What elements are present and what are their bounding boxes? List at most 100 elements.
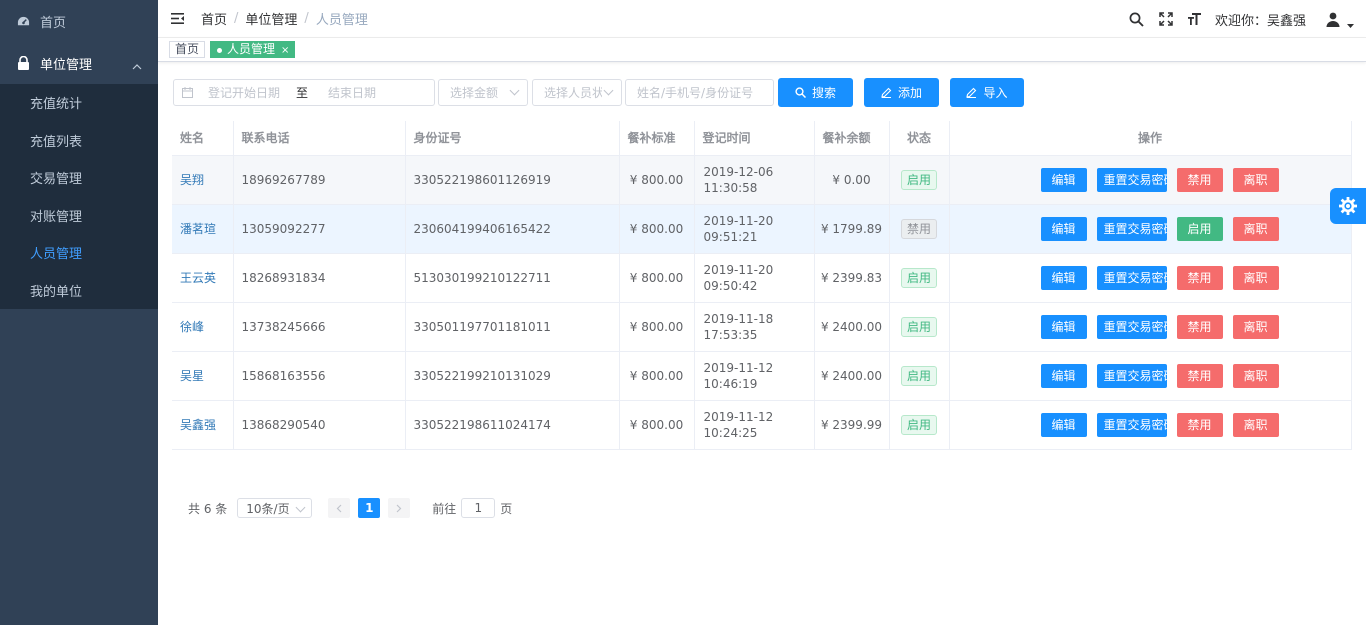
cell-name: 吴星 [172,351,234,401]
edit-button[interactable]: 编辑 [1040,363,1087,388]
cell-phone: 13738245666 [233,302,406,352]
prev-page-button[interactable] [328,498,351,518]
column-header-standard[interactable]: 餐补标准 [619,121,695,156]
cell-phone: 18969267789 [233,155,406,205]
status-select[interactable]: 选择人员状态 [532,79,622,106]
search-button[interactable]: 搜索 [778,78,853,107]
resign-button[interactable]: 离职 [1232,363,1279,388]
table-row[interactable]: 王云英 18268931834 513030199210122711 ¥ 800.00… [172,253,1352,303]
cell-name: 吴鑫强 [172,400,234,450]
font-size-icon[interactable] [1187,11,1203,27]
close-icon[interactable]: × [281,45,289,56]
edit-button[interactable]: 编辑 [1040,412,1087,437]
column-header-phone[interactable]: 联系电话 [233,121,406,156]
amount-select[interactable]: 选择金额 [438,79,528,106]
table-header-row: 姓名 联系电话 身份证号 餐补标准 登记时间 餐补余额 状态 操作 [172,121,1352,156]
column-header-name[interactable]: 姓名 [172,121,234,156]
welcome-text: 欢迎你：吴鑫强 [1214,13,1306,29]
toggle-status-button[interactable]: 启用 [1176,216,1223,241]
sidebar-item-my-unit[interactable]: 我的单位 [0,272,158,310]
sidebar-item-label: 充值列表 [30,134,83,150]
next-page-button[interactable] [388,498,411,518]
tag-personnel[interactable]: 人员管理 × [210,41,296,58]
search-icon[interactable] [1129,11,1145,27]
sidebar-item-recharge-stats[interactable]: 充值统计 [0,84,158,122]
cell-balance: ¥ 2399.83 [814,253,890,303]
reset-password-button[interactable]: 重置交易密码 [1096,265,1167,290]
date-range-picker[interactable]: 登记开始日期 至 结束日期 [173,79,435,106]
sidebar-group-unit[interactable]: 单位管理 [0,42,158,84]
cell-id-number: 330522198611024174 [405,400,620,450]
resign-button[interactable]: 离职 [1232,167,1279,192]
add-button[interactable]: 添加 [864,78,939,107]
chevron-down-icon [603,85,614,96]
table-row[interactable]: 潘茗瑄 13059092277 230604199406165422 ¥ 800.00… [172,204,1352,254]
gear-icon [1339,197,1357,215]
reset-password-button[interactable]: 重置交易密码 [1096,412,1167,437]
start-date-input[interactable]: 登记开始日期 [208,84,282,101]
resign-button[interactable]: 离职 [1232,216,1279,241]
resign-button[interactable]: 离职 [1232,412,1279,437]
table-row[interactable]: 徐峰 13738245666 330501197701181011 ¥ 800.00 2… [172,302,1352,352]
toggle-status-button[interactable]: 禁用 [1176,314,1223,339]
fullscreen-icon[interactable] [1158,11,1174,27]
cell-standard: ¥ 800.00 [619,204,695,254]
range-separator: 至 [296,86,309,100]
page-size-select[interactable]: 10条/页 [237,498,313,518]
amount-select-placeholder: 选择金额 [450,86,499,100]
edit-button[interactable]: 编辑 [1040,216,1087,241]
sidebar-item-personnel[interactable]: 人员管理 [0,234,158,272]
toggle-status-button[interactable]: 禁用 [1176,363,1223,388]
breadcrumb-home[interactable]: 首页 [201,9,227,28]
page-number-current[interactable]: 1 [358,498,381,518]
user-avatar[interactable] [1326,9,1354,29]
end-date-input[interactable]: 结束日期 [328,84,376,101]
row-actions: 编辑重置交易密码禁用离职 [958,167,1351,192]
breadcrumb-unit[interactable]: 单位管理 [245,9,297,28]
table-row[interactable]: 吴鑫强 13868290540 330522198611024174 ¥ 800.00… [172,400,1352,450]
sidebar-item-home[interactable]: 首页 [0,0,158,42]
reset-password-button[interactable]: 重置交易密码 [1096,216,1167,241]
cell-status: 启用 [889,302,950,352]
import-button[interactable]: 导入 [950,78,1024,107]
cell-standard: ¥ 800.00 [619,155,695,205]
table-row[interactable]: 吴星 15868163556 330522199210131029 ¥ 800.00 2… [172,351,1352,401]
column-header-status[interactable]: 状态 [889,121,950,156]
status-badge: 启用 [900,316,937,337]
toggle-status-button[interactable]: 禁用 [1176,265,1223,290]
sidebar: 首页 单位管理 充值统计 充值列表 交易管理 对账管理 人员管理 我的单位 [0,0,158,625]
cell-id-number: 330522199210131029 [405,351,620,401]
menu-toggle-icon[interactable] [171,13,185,25]
column-header-balance[interactable]: 餐补余额 [814,121,890,156]
reset-password-button[interactable]: 重置交易密码 [1096,314,1167,339]
sidebar-item-reconciliation[interactable]: 对账管理 [0,197,158,235]
tag-home[interactable]: 首页 [169,41,206,58]
sidebar-item-transactions[interactable]: 交易管理 [0,159,158,197]
toggle-status-button[interactable]: 禁用 [1176,412,1223,437]
cell-balance: ¥ 2400.00 [814,302,890,352]
reset-password-button[interactable]: 重置交易密码 [1096,167,1167,192]
reset-password-button[interactable]: 重置交易密码 [1096,363,1167,388]
sidebar-item-recharge-list[interactable]: 充值列表 [0,122,158,160]
resign-button[interactable]: 离职 [1232,265,1279,290]
sidebar-item-label: 我的单位 [30,284,83,300]
settings-panel-toggle[interactable] [1330,188,1366,224]
row-actions: 编辑重置交易密码禁用离职 [958,363,1351,388]
column-header-id[interactable]: 身份证号 [405,121,620,156]
keyword-input[interactable]: 姓名/手机号/身份证号 [625,79,774,106]
resign-button[interactable]: 离职 [1232,314,1279,339]
edit-button[interactable]: 编辑 [1040,265,1087,290]
column-header-time[interactable]: 登记时间 [694,121,815,156]
table-row[interactable]: 吴翔 18969267789 330522198601126919 ¥ 800.00 2… [172,155,1352,205]
calendar-icon [182,87,193,98]
edit-button[interactable]: 编辑 [1040,167,1087,192]
cell-status: 启用 [889,155,950,205]
cell-status: 启用 [889,253,950,303]
breadcrumb-separator: / [234,11,239,26]
goto-page-input[interactable]: 1 [461,498,496,518]
toggle-status-button[interactable]: 禁用 [1176,167,1223,192]
cell-id-number: 230604199406165422 [405,204,620,254]
edit-button[interactable]: 编辑 [1040,314,1087,339]
cell-register-time: 2019-11-18 17:53:35 [694,302,815,352]
pagination-total: 共 6 条 [188,501,228,516]
